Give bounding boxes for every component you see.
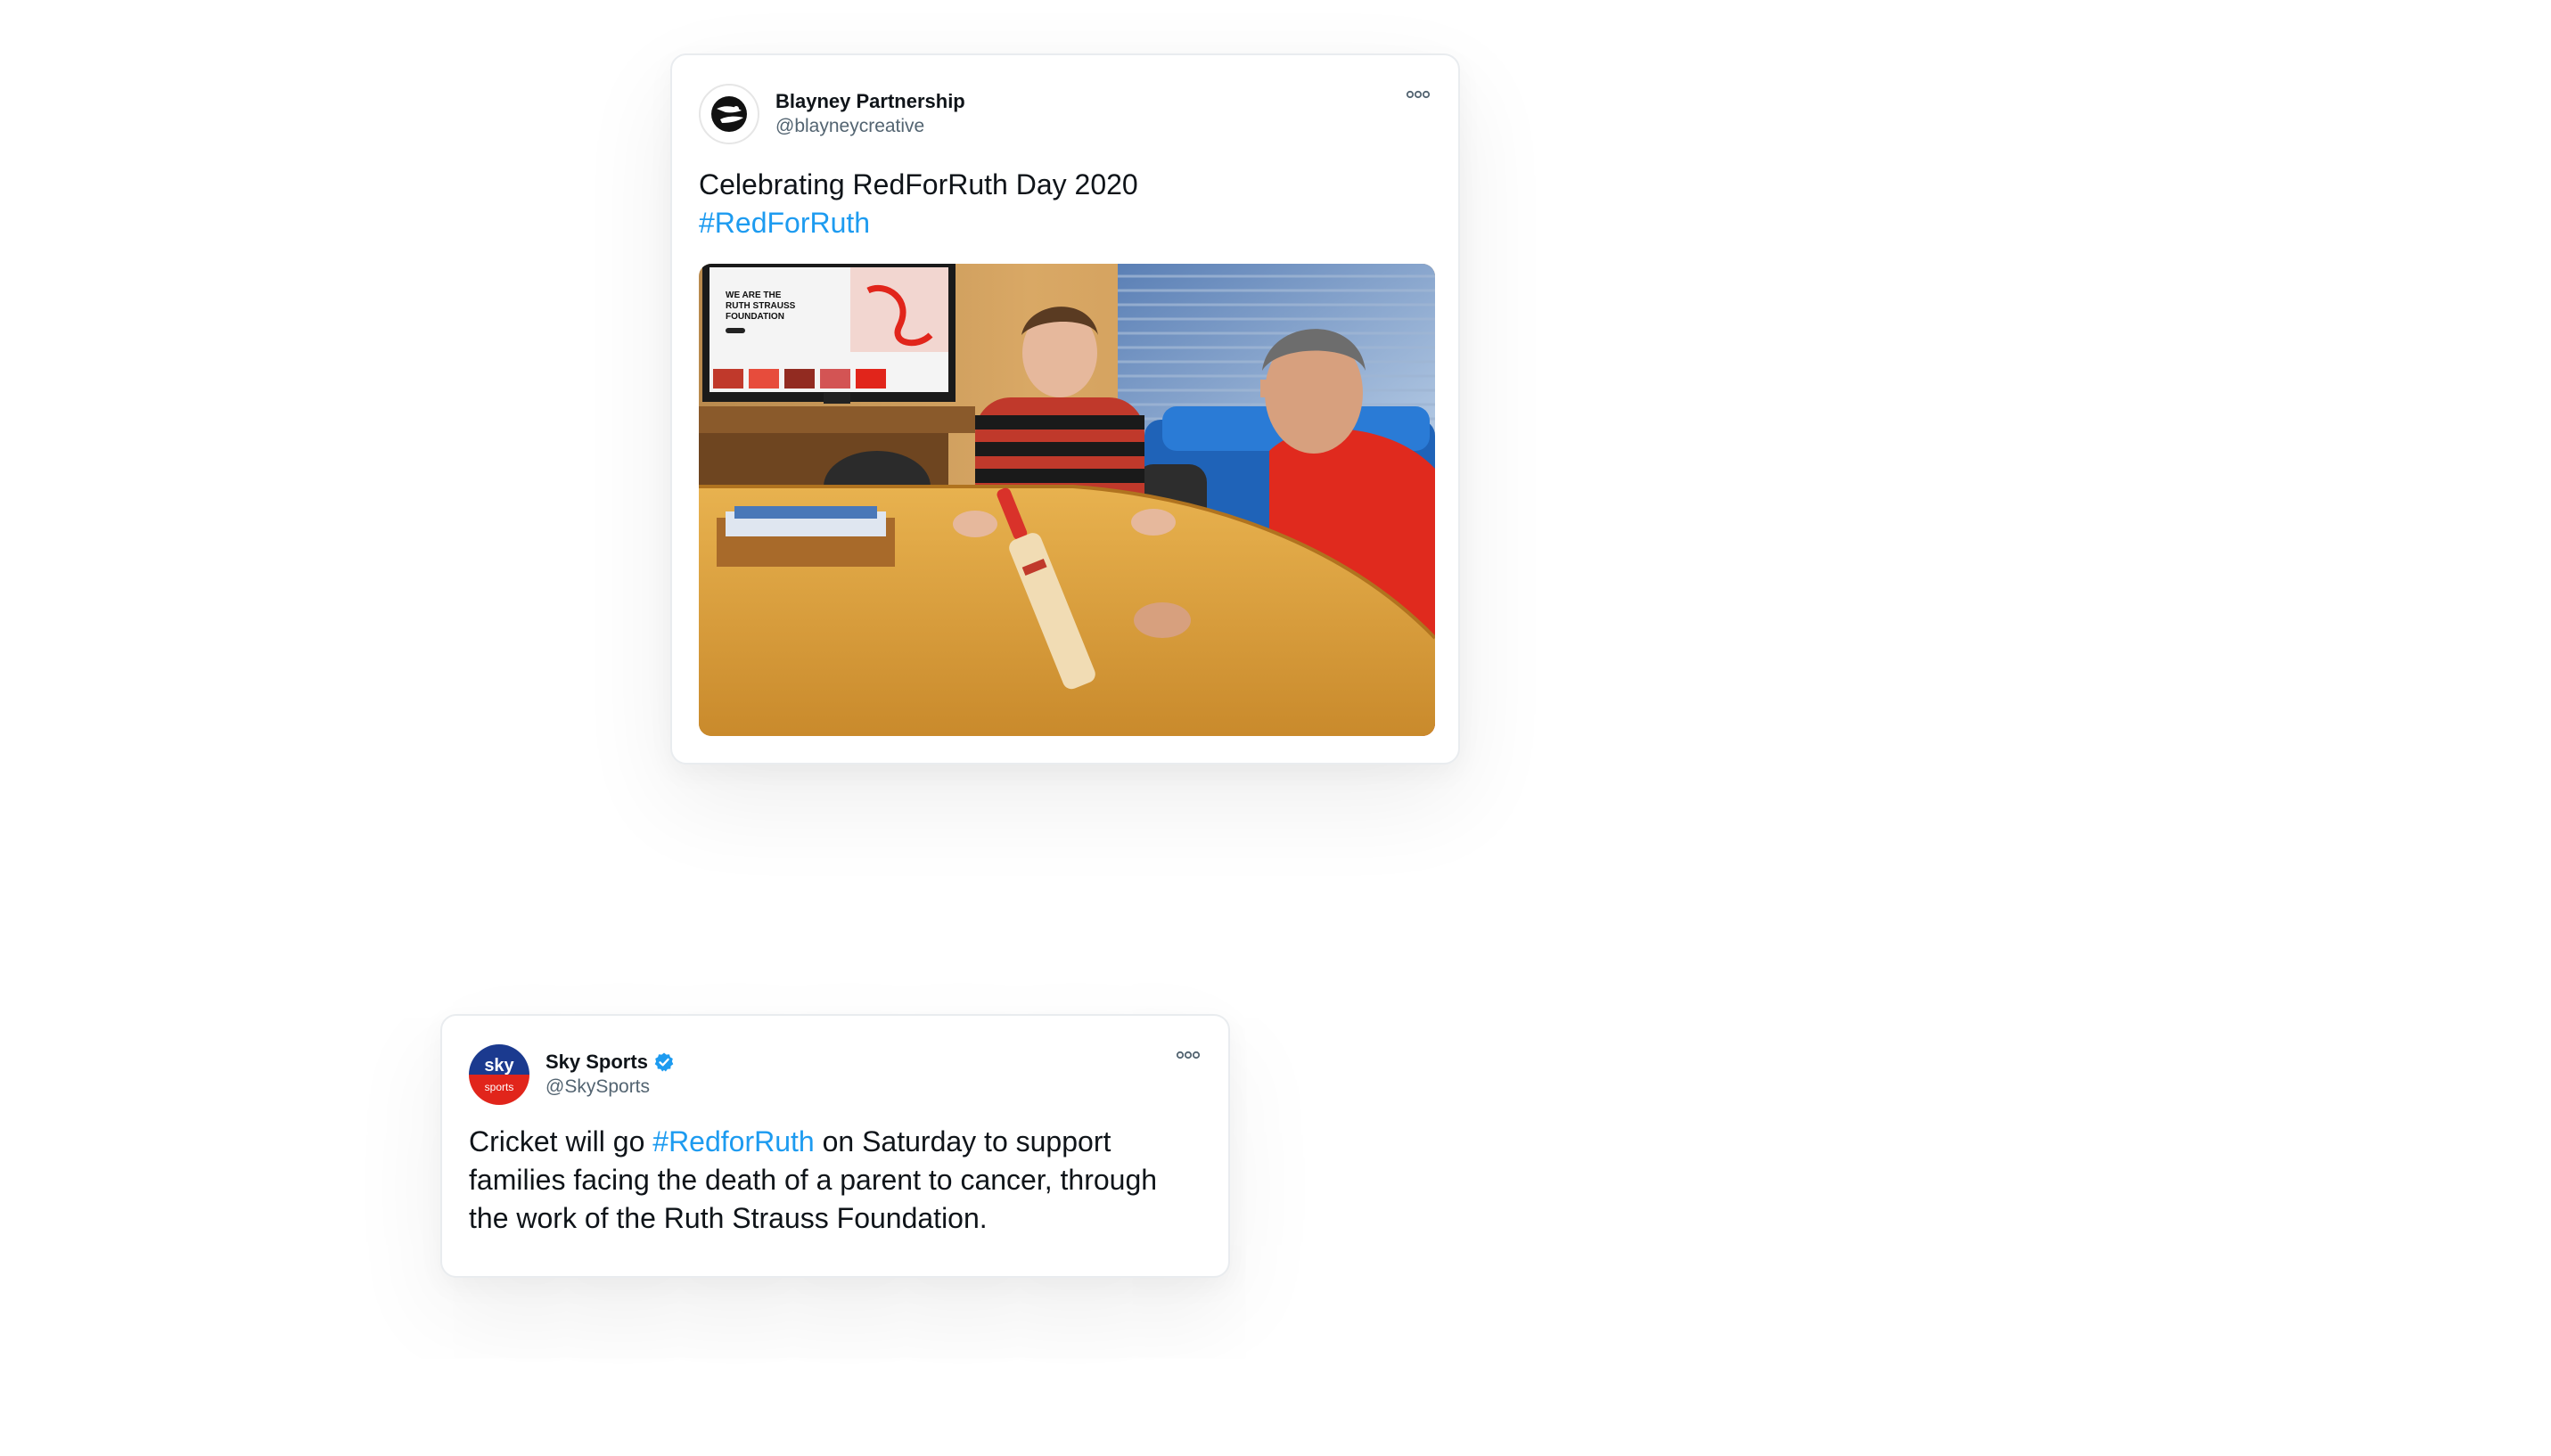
office-photo-image: WE ARE THE RUTH STRAUSS FOUNDATION (699, 264, 1435, 736)
tweet-card-skysports[interactable]: sky sports Sky Sports @SkySports Cricket… (440, 1014, 1230, 1278)
avatar-text-sports: sports (485, 1081, 514, 1093)
tweet-header: Blayney Partnership @blayneycreative (699, 84, 1431, 146)
more-options-icon[interactable] (1405, 87, 1431, 102)
author-handle[interactable]: @SkySports (545, 1075, 675, 1100)
hashtag-link[interactable]: #RedForRuth (699, 204, 1431, 242)
tweet-text: Cricket will go #RedforRuth on Saturday … (469, 1123, 1202, 1238)
author-handle[interactable]: @blayneycreative (775, 114, 965, 139)
tweet-card-blayney[interactable]: Blayney Partnership @blayneycreative Cel… (670, 53, 1460, 765)
more-options-icon[interactable] (1175, 1048, 1202, 1062)
author-display-name[interactable]: Blayney Partnership (775, 89, 965, 114)
tweet-header: sky sports Sky Sports @SkySports (469, 1044, 1202, 1107)
canvas: Blayney Partnership @blayneycreative Cel… (0, 0, 2551, 1456)
tweet-text-part: Cricket will go (469, 1125, 653, 1157)
blayney-logo-icon (711, 96, 747, 132)
tv-headline-line1: WE ARE THE (726, 290, 782, 300)
tweet-text: Celebrating RedForRuth Day 2020 #RedForR… (699, 166, 1431, 242)
author-names: Sky Sports @SkySports (545, 1050, 675, 1100)
skysports-logo-icon: sky sports (484, 1056, 514, 1093)
author-display-name[interactable]: Sky Sports (545, 1050, 675, 1075)
tweet-photo[interactable]: WE ARE THE RUTH STRAUSS FOUNDATION (699, 264, 1435, 736)
skysports-avatar[interactable]: sky sports (469, 1044, 529, 1105)
avatar-text-sky: sky (484, 1056, 514, 1076)
tweet-text-line: Celebrating RedForRuth Day 2020 (699, 168, 1138, 200)
tv-headline-line2: RUTH STRAUSS (726, 301, 796, 311)
author-names: Blayney Partnership @blayneycreative (775, 89, 965, 139)
hashtag-link[interactable]: #RedforRuth (652, 1125, 814, 1157)
blayney-avatar[interactable] (699, 84, 759, 144)
tv-headline-line3: FOUNDATION (726, 312, 784, 322)
verified-badge-icon (654, 1052, 674, 1072)
